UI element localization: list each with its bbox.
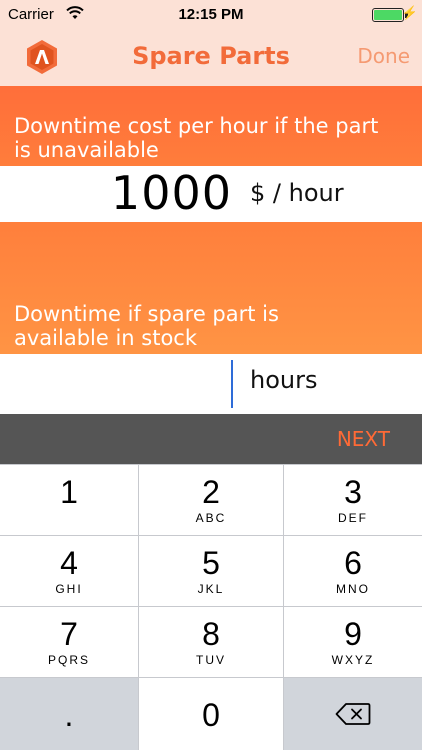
key-number: 7 <box>60 616 78 652</box>
downtime-cost-value[interactable]: 1000 <box>111 166 232 220</box>
key-4[interactable]: 4 GHI <box>0 536 138 606</box>
downtime-stock-label: Downtime if spare part is available in s… <box>14 302 279 350</box>
key-number: 2 <box>202 474 220 510</box>
backspace-icon <box>335 703 371 725</box>
key-number: 0 <box>202 697 220 733</box>
downtime-cost-label: Downtime cost per hour if the part is un… <box>14 114 379 162</box>
key-2[interactable]: 2 ABC <box>139 465 283 535</box>
key-number: 3 <box>344 474 362 510</box>
key-number: 6 <box>344 545 362 581</box>
key-letters: PQRS <box>47 653 90 667</box>
key-decimal[interactable]: . <box>0 678 138 750</box>
battery-icon <box>372 8 404 22</box>
downtime-cost-field[interactable]: 1000 $ / hour <box>0 166 422 222</box>
key-number: 8 <box>202 616 220 652</box>
key-letters: WXYZ <box>331 653 375 667</box>
key-8[interactable]: 8 TUV <box>139 607 283 677</box>
charging-icon: ⚡ <box>401 5 418 20</box>
key-9[interactable]: 9 WXYZ <box>284 607 422 677</box>
key-7[interactable]: 7 PQRS <box>0 607 138 677</box>
key-number: 9 <box>344 616 362 652</box>
key-0[interactable]: 0 <box>139 678 283 750</box>
downtime-stock-field[interactable]: hours <box>0 354 422 412</box>
downtime-cost-unit: $ / hour <box>250 179 344 207</box>
key-letters: JKL <box>197 582 225 596</box>
downtime-cost-section: Downtime cost per hour if the part is un… <box>0 86 422 166</box>
downtime-stock-unit: hours <box>250 366 318 394</box>
nav-bar: Spare Parts Done <box>0 30 422 86</box>
key-number: . <box>64 697 74 733</box>
key-number: 4 <box>60 545 78 581</box>
next-button[interactable]: NEXT <box>337 427 390 451</box>
status-time: 12:15 PM <box>178 6 244 23</box>
downtime-stock-section: Downtime if spare part is available in s… <box>0 222 422 354</box>
key-1[interactable]: 1 <box>0 465 138 535</box>
key-letters: TUV <box>196 653 226 667</box>
key-letters: MNO <box>336 582 370 596</box>
key-6[interactable]: 6 MNO <box>284 536 422 606</box>
backspace-key[interactable] <box>284 678 422 750</box>
keyboard-toolbar: NEXT <box>0 414 422 464</box>
key-5[interactable]: 5 JKL <box>139 536 283 606</box>
done-button[interactable]: Done <box>357 44 410 68</box>
key-letters: GHI <box>55 582 83 596</box>
key-3[interactable]: 3 DEF <box>284 465 422 535</box>
numeric-keypad: 1 2 ABC 3 DEF 4 GHI 5 JKL 6 MNO 7 PQRS 8… <box>0 464 422 750</box>
key-letters: DEF <box>338 511 368 525</box>
key-number: 5 <box>202 545 220 581</box>
key-number: 1 <box>60 474 78 510</box>
text-cursor <box>231 360 233 408</box>
status-bar: Carrier 12:15 PM ⚡ <box>0 0 422 30</box>
key-letters: ABC <box>195 511 227 525</box>
